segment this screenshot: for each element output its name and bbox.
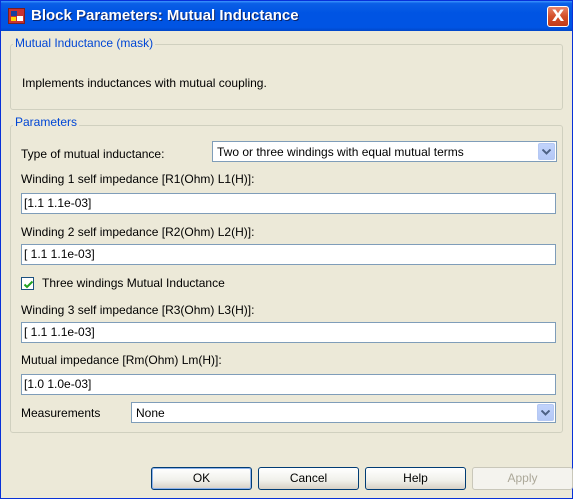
mutual-impedance-field[interactable]: [1.0 1.0e-03] [21,374,556,395]
chevron-down-icon[interactable] [537,404,554,421]
apply-button[interactable]: Apply [472,467,573,490]
parameters-group-legend: Parameters [13,115,80,129]
mutual-impedance-label: Mutual impedance [Rm(Ohm) Lm(H)]: [21,353,222,367]
winding1-field[interactable]: [1.1 1.1e-03] [21,193,556,214]
dialog-window: Block Parameters: Mutual Inductance X Mu… [0,0,573,499]
cancel-button[interactable]: Cancel [258,467,359,490]
mutual-type-label: Type of mutual inductance: [21,147,165,161]
ok-button[interactable]: OK [151,467,252,490]
measurements-select[interactable]: None [131,402,556,423]
measurements-value: None [136,406,165,420]
mask-group-legend: Mutual Inductance (mask) [13,36,156,50]
winding2-label: Winding 2 self impedance [R2(Ohm) L2(H)]… [21,225,255,239]
chevron-down-icon[interactable] [538,143,555,160]
measurements-label: Measurements [21,406,101,420]
winding3-field[interactable]: [ 1.1 1.1e-03] [21,322,556,343]
winding1-label: Winding 1 self impedance [R1(Ohm) L1(H)]… [21,172,255,186]
simulink-block-icon [8,8,25,24]
mask-description: Implements inductances with mutual coupl… [22,76,267,90]
three-windings-label: Three windings Mutual Inductance [42,276,225,290]
mutual-type-select[interactable]: Two or three windings with equal mutual … [212,141,557,162]
title-bar[interactable]: Block Parameters: Mutual Inductance X [1,1,572,31]
mutual-type-value: Two or three windings with equal mutual … [217,145,464,159]
help-button[interactable]: Help [365,467,466,490]
three-windings-checkbox[interactable] [21,277,34,290]
window-title: Block Parameters: Mutual Inductance [31,7,299,24]
close-button[interactable]: X [547,6,569,27]
winding3-label: Winding 3 self impedance [R3(Ohm) L3(H)]… [21,303,255,317]
winding2-field[interactable]: [ 1.1 1.1e-03] [21,244,556,265]
checkmark-icon [23,280,34,289]
close-icon: X [551,6,565,25]
